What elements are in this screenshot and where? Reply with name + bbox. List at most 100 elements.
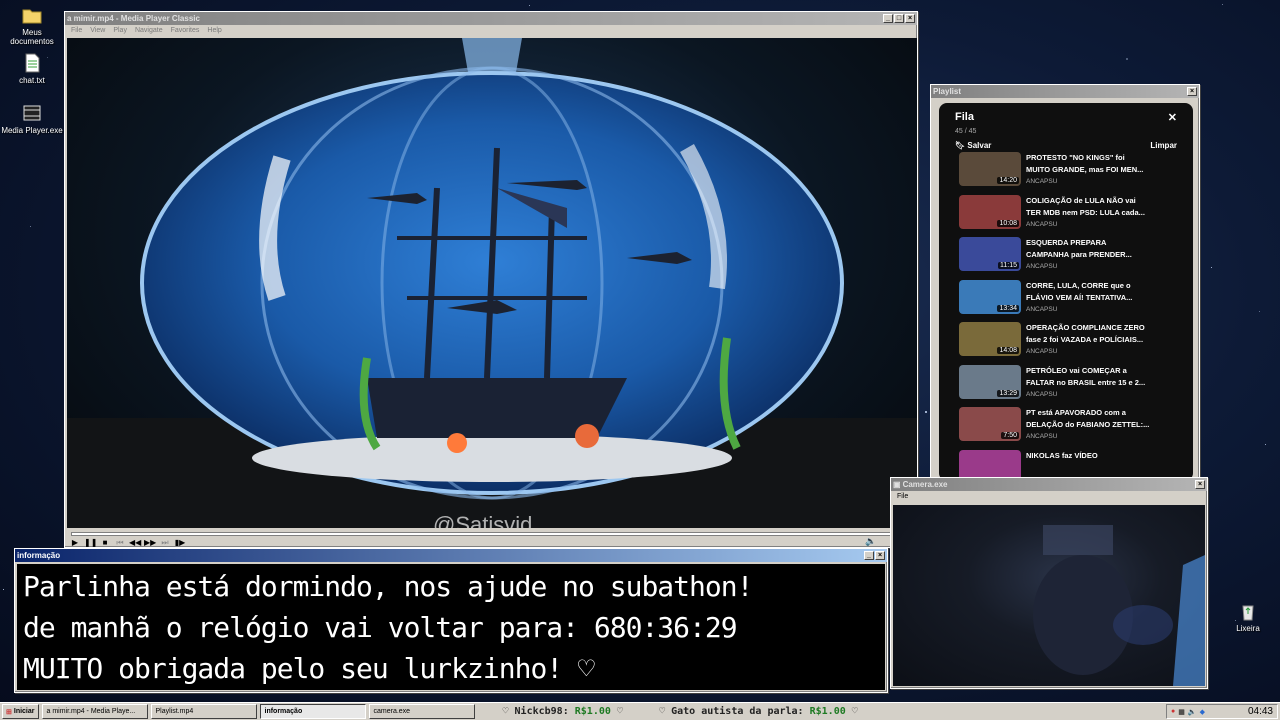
next-icon[interactable]: ⏭ [159, 538, 171, 548]
star [3, 589, 4, 590]
camera-menubar: File [891, 491, 1207, 502]
close-button[interactable]: × [875, 551, 885, 560]
info-window[interactable]: informação _ × Parlinha está dormindo, n… [14, 548, 888, 693]
close-icon[interactable]: ✕ [1168, 111, 1177, 124]
folder-icon [22, 9, 42, 24]
video-title-line: COLIGAÇÃO de LULA NÃO vai [1026, 195, 1136, 205]
video-thumbnail: 11:15 [959, 237, 1021, 271]
rewind-icon[interactable]: ◀◀ [129, 538, 141, 548]
queue-item[interactable]: 14:08 OPERAÇÃO COMPLIANCE ZERO fase 2 foi … [939, 322, 1193, 365]
maximize-button[interactable]: □ [894, 14, 904, 23]
queue-item[interactable]: 13:29 PETRÓLEO vai COMEÇAR a FALTAR no BRA… [939, 364, 1193, 408]
save-label: Salvar [967, 141, 992, 150]
video-frame[interactable]: @Satisvid [67, 38, 917, 528]
network-icon[interactable]: ▦ [1178, 708, 1185, 716]
playlist-window[interactable]: Playlist × Fila ✕ 45 / 45 🔖︎ Salvar Limp… [930, 84, 1200, 484]
start-button[interactable]: ⊞ Iniciar [2, 704, 39, 719]
save-button[interactable]: 🔖︎ Salvar [955, 141, 991, 150]
desktop-icon-media-player[interactable]: Media Player.exe [0, 102, 64, 135]
star [1265, 444, 1266, 445]
start-label: Iniciar [13, 708, 35, 715]
media-player-titlebar[interactable]: a mimir.mp4 - Media Player Classic _ □ × [65, 12, 917, 25]
star [30, 226, 31, 227]
minimize-button[interactable]: _ [883, 14, 893, 23]
star [1126, 58, 1128, 60]
info-line: de manhã o relógio vai voltar para: 680:… [23, 611, 738, 644]
desktop-icon-chat[interactable]: chat.txt [0, 52, 64, 85]
queue-list: 14:20 PROTESTO "NO KINGS" foi MUITO GRANDE… [939, 152, 1193, 481]
video-title-line: DELAÇÃO do FABIANO ZETTEL:... [1026, 420, 1150, 429]
security-icon[interactable]: ◆ [1200, 708, 1205, 716]
queue-item[interactable]: 10:08 COLIGAÇÃO de LULA NÃO vai TER MDB ne… [939, 194, 1193, 238]
video-title-line: OPERAÇÃO COMPLIANCE ZERO [1026, 323, 1145, 332]
desktop-icon-label: Media Player.exe [1, 126, 63, 135]
volume-icon[interactable]: 🔈 [865, 536, 876, 547]
task-playlist[interactable]: Playlist.mp4 [150, 704, 257, 719]
window-title: informação [17, 551, 61, 560]
star [529, 5, 530, 6]
play-icon[interactable]: ▶ [69, 538, 81, 548]
menu-navigate[interactable]: Navigate [135, 27, 163, 34]
task-label: informação [264, 708, 303, 715]
info-line: MUITO obrigada pelo seu lurkzinho! ♡ [23, 652, 595, 685]
queue-item[interactable]: 13:34 CORRE, LULA, CORRE que o FLÁVIO VEM … [939, 279, 1193, 323]
camera-titlebar[interactable]: ▣ Camera.exe × [891, 478, 1207, 491]
task-info[interactable]: informação [259, 704, 366, 719]
playlist-titlebar[interactable]: Playlist × [931, 85, 1199, 98]
seek-bar[interactable] [71, 532, 913, 536]
queue-item[interactable]: 14:20 PROTESTO "NO KINGS" foi MUITO GRANDE… [939, 152, 1193, 195]
queue-count: 45 / 45 [955, 128, 977, 135]
queue-panel: Fila ✕ 45 / 45 🔖︎ Salvar Limpar 14:20 PRO… [939, 103, 1193, 481]
pause-icon[interactable]: ❚❚ [84, 538, 97, 548]
video-info: CORRE, LULA, CORRE que o FLÁVIO VEM AÍ! T… [1026, 280, 1132, 323]
close-button[interactable]: × [1187, 87, 1197, 96]
menu-file[interactable]: File [897, 493, 908, 500]
tray-app-icon[interactable]: ● [1171, 708, 1175, 715]
task-media-player[interactable]: a mimir.mp4 - Media Playe... [41, 704, 148, 719]
video-duration: 13:29 [997, 389, 1019, 397]
video-duration: 13:34 [997, 304, 1019, 312]
video-title-line: NIKOLAS faz VÍDEO [1026, 450, 1098, 460]
system-tray: ● ▦ 🔈 ◆ 04:43 [1166, 704, 1278, 719]
task-label: camera.exe [373, 708, 411, 715]
star [1259, 311, 1260, 312]
task-camera[interactable]: camera.exe [368, 704, 475, 719]
video-title-line: PETRÓLEO vai COMEÇAR a [1026, 365, 1127, 375]
video-title-line: FALTAR no BRASIL entre 15 e 2... [1026, 377, 1146, 387]
camera-feed [893, 505, 1205, 686]
video-info: PT está APAVORADO com a DELAÇÃO do FABIAN… [1026, 407, 1149, 450]
taskbar: ⊞ Iniciar a mimir.mp4 - Media Playe... P… [0, 702, 1280, 720]
video-title-line: TER MDB nem PSD: LULA cada... [1026, 207, 1145, 217]
donation-ticker: ♡ Nickcb98: R$1.00 ♡ ♡ Gato autista da p… [503, 706, 858, 717]
close-button[interactable]: × [1195, 480, 1205, 489]
video-channel: ANCAPSU [1026, 220, 1058, 228]
media-player-window[interactable]: a mimir.mp4 - Media Player Classic _ □ ×… [64, 11, 918, 548]
forward-icon[interactable]: ▶▶ [144, 538, 156, 548]
video-channel: ANCAPSU [1026, 433, 1058, 440]
info-titlebar[interactable]: informação _ × [15, 549, 887, 562]
clear-button[interactable]: Limpar [1150, 141, 1177, 150]
queue-item[interactable]: 11:15 ESQUERDA PREPARA CAMPANHA para PREND… [939, 237, 1193, 280]
menu-play[interactable]: Play [113, 27, 127, 34]
menu-help[interactable]: Help [207, 27, 221, 34]
speaker-icon[interactable]: 🔈 [1188, 708, 1197, 716]
menu-favorites[interactable]: Favorites [171, 27, 200, 34]
video-title-line: fase 2 foi VAZADA e POLÍCIAIS... [1026, 335, 1144, 344]
camera-window[interactable]: ▣ Camera.exe × File [890, 477, 1208, 689]
video-thumbnail: 7:50 [959, 407, 1021, 441]
video-info: COLIGAÇÃO de LULA NÃO vai TER MDB nem PSD… [1026, 195, 1145, 238]
queue-item[interactable]: 7:50 PT está APAVORADO com a DELAÇÃO do FA… [939, 407, 1193, 450]
playback-controls: ▶ ❚❚ ■ ⏮ ◀◀ ▶▶ ⏭ ▮▶ [69, 538, 186, 548]
menu-view[interactable]: View [90, 27, 105, 34]
star [1222, 4, 1223, 5]
menu-file[interactable]: File [71, 27, 82, 34]
video-title-line: MUITO GRANDE, mas FOI MEN... [1026, 165, 1144, 174]
desktop-icon-recycle-bin[interactable]: Lixeira [1216, 600, 1280, 633]
minimize-button[interactable]: _ [864, 551, 874, 560]
frame-step-icon[interactable]: ▮▶ [174, 538, 186, 548]
stop-icon[interactable]: ■ [99, 538, 111, 548]
previous-icon[interactable]: ⏮ [114, 538, 126, 548]
video-watermark: @Satisvid [433, 512, 533, 528]
desktop-icon-documents[interactable]: Meus documentos [0, 4, 64, 46]
close-button[interactable]: × [905, 14, 915, 23]
